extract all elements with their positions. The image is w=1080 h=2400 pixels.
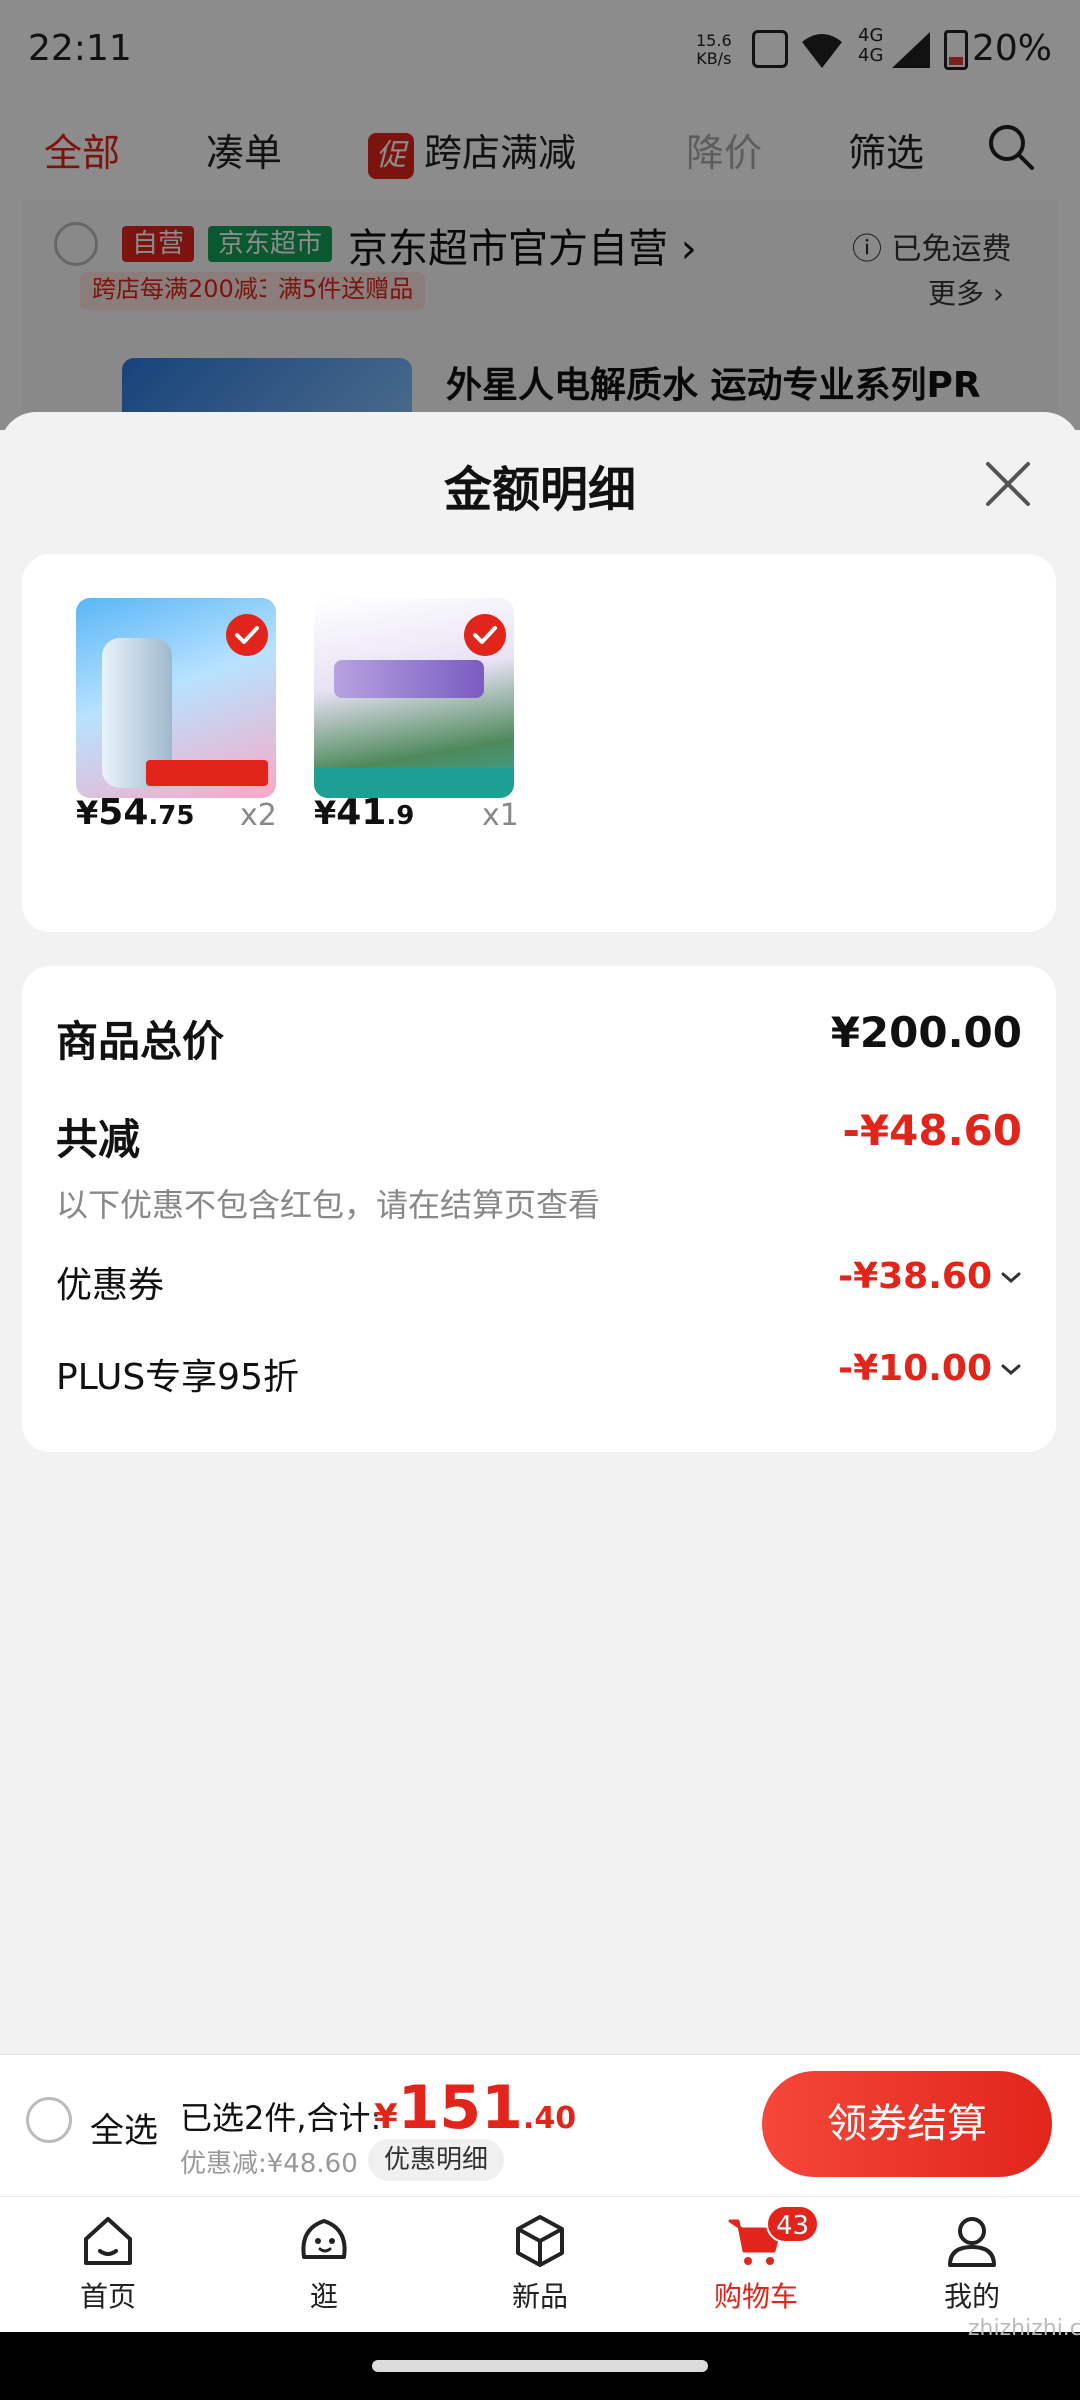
goods-item[interactable]	[314, 598, 514, 798]
new-products-icon	[516, 2215, 564, 2267]
select-all-label[interactable]: 全选	[90, 2103, 158, 2152]
discount-detail-button[interactable]: 优惠明细	[368, 2139, 505, 2181]
goods-price: ¥54.75	[76, 792, 195, 833]
discount-value: -¥48.60	[842, 1106, 1022, 1155]
amount-detail-sheet: 金额明细 ¥54.75 x2 ¥41.9 x1 商品总价 ¥200.00 共减 …	[0, 412, 1080, 2054]
selected-count-text: 已选2件,合计:	[180, 2099, 382, 2137]
home-icon	[84, 2217, 132, 2265]
stroll-icon	[301, 2219, 347, 2259]
system-nav-bar	[0, 2332, 1080, 2400]
amount-breakdown-card: 商品总价 ¥200.00 共减 -¥48.60 以下优惠不包含红包，请在结算页查…	[22, 966, 1056, 1452]
goods-item[interactable]	[76, 598, 276, 798]
coupon-row[interactable]: -¥38.60	[838, 1256, 1022, 1297]
selected-check-icon	[226, 614, 268, 656]
tab-stroll[interactable]: 逛	[254, 2211, 394, 2315]
goods-qty: x1	[482, 798, 519, 833]
tab-cart[interactable]: 43 购物车	[686, 2205, 826, 2315]
coupon-label: 优惠券	[56, 1265, 165, 1306]
profile-icon	[948, 2217, 996, 2267]
close-icon[interactable]	[980, 456, 1036, 512]
selected-goods-card: ¥54.75 x2 ¥41.9 x1	[22, 554, 1056, 932]
total-price-value: ¥200.00	[830, 1008, 1022, 1057]
discount-label: 共减	[56, 1115, 141, 1164]
goods-qty: x2	[240, 798, 277, 833]
chevron-down-icon[interactable]	[1000, 1363, 1022, 1377]
plus-discount-value: -¥10.00	[838, 1348, 992, 1389]
select-all-checkbox[interactable]	[26, 2097, 72, 2143]
home-gesture-bar[interactable]	[372, 2360, 708, 2372]
product-image[interactable]	[76, 598, 276, 798]
plus-discount-label: PLUS专享95折	[56, 1357, 299, 1398]
watermark: zhizhizhi.com	[968, 2316, 1080, 2341]
plus-discount-row[interactable]: -¥10.00	[838, 1348, 1022, 1389]
coupon-value: -¥38.60	[838, 1256, 992, 1297]
checkout-button[interactable]: 领券结算	[762, 2071, 1052, 2177]
discount-note: 以下优惠不包含红包，请在结算页查看	[56, 1186, 601, 1224]
bottom-tab-bar: 首页 逛 新品 43 购物车 我的	[0, 2196, 1080, 2332]
tab-profile[interactable]: 我的	[902, 2211, 1042, 2315]
sheet-title: 金额明细	[443, 462, 636, 518]
checkout-bar: 全选 已选2件,合计: ¥151.40 优惠减:¥48.60 优惠明细 领券结算	[0, 2054, 1080, 2196]
product-image[interactable]	[314, 598, 514, 798]
modal-backdrop[interactable]	[0, 0, 1080, 430]
chevron-down-icon[interactable]	[1000, 1271, 1022, 1285]
discount-summary: 优惠减:¥48.60	[180, 2149, 358, 2179]
tab-new-products[interactable]: 新品	[470, 2211, 610, 2315]
cart-count-badge: 43	[766, 2205, 820, 2243]
total-amount: ¥151.40	[374, 2073, 577, 2143]
tab-home[interactable]: 首页	[38, 2211, 178, 2315]
goods-price: ¥41.9	[314, 792, 415, 833]
selected-check-icon	[464, 614, 506, 656]
total-price-label: 商品总价	[56, 1017, 225, 1066]
